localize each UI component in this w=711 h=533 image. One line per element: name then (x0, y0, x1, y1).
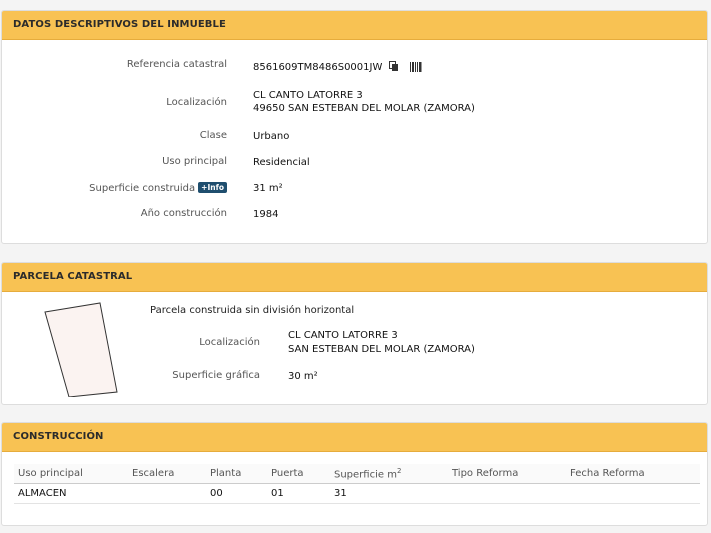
field-label: Localización (166, 97, 227, 108)
info-badge[interactable]: +Info (198, 182, 227, 193)
referencia-catastral-value[interactable]: 8561609TM8486S0001JW (253, 62, 382, 73)
table-row: ALMACEN 00 01 31 (14, 483, 700, 504)
col-escalera: Escalera (128, 464, 206, 484)
parcela-panel: PARCELA CATASTRAL Parcela construida sin… (1, 262, 708, 405)
col-fecha-reforma: Fecha Reforma (566, 464, 700, 484)
col-superficie: Superficie m2 (330, 464, 448, 484)
cell-fecha-reforma (566, 483, 700, 504)
cell-planta: 00 (206, 483, 267, 504)
field-label: Localización (199, 337, 260, 348)
table-header-row: Uso principal Escalera Planta Puerta Sup… (14, 464, 700, 484)
parcela-panel-title: PARCELA CATASTRAL (2, 263, 707, 292)
cell-uso: ALMACEN (14, 483, 128, 504)
field-label: Superficie construida (89, 183, 196, 194)
construccion-panel-title: CONSTRUCCIÓN (2, 423, 707, 452)
col-uso-principal: Uso principal (14, 464, 128, 484)
clase-value: Urbano (253, 131, 290, 142)
localizacion-line1: CL CANTO LATORRE 3 (253, 90, 363, 101)
localizacion-line2: 49650 SAN ESTEBAN DEL MOLAR (ZAMORA) (253, 103, 475, 114)
col-superficie-label: Superficie m (334, 469, 397, 481)
field-label: Superficie gráfica (172, 370, 260, 381)
parcela-superficie-value: 30 m² (288, 371, 318, 382)
anio-value: 1984 (253, 209, 279, 220)
cell-tipo-reforma (448, 483, 566, 504)
parcela-map-thumbnail[interactable] (42, 301, 122, 397)
superficie-value: 31 m² (253, 183, 283, 194)
col-puerta: Puerta (267, 464, 330, 484)
field-label-wrap: Superficie construida +Info (89, 182, 227, 194)
parcela-localizacion-line2: SAN ESTEBAN DEL MOLAR (ZAMORA) (288, 344, 475, 355)
construccion-table: Uso principal Escalera Planta Puerta Sup… (14, 464, 700, 504)
inmueble-panel-title: DATOS DESCRIPTIVOS DEL INMUEBLE (2, 11, 707, 40)
construccion-panel: CONSTRUCCIÓN Uso principal Escalera Plan… (1, 422, 708, 526)
cell-puerta: 01 (267, 483, 330, 504)
field-label: Año construcción (140, 208, 227, 219)
col-planta: Planta (206, 464, 267, 484)
parcela-localizacion-line1: CL CANTO LATORRE 3 (288, 330, 398, 341)
col-superficie-sup: 2 (396, 466, 402, 475)
parcela-description: Parcela construida sin división horizont… (150, 305, 355, 316)
inmueble-panel: DATOS DESCRIPTIVOS DEL INMUEBLE Referenc… (1, 10, 708, 244)
uso-value: Residencial (253, 157, 310, 168)
cell-escalera (128, 483, 206, 504)
cell-superficie: 31 (330, 483, 448, 504)
col-tipo-reforma: Tipo Reforma (448, 464, 566, 484)
field-value-wrap: 8561609TM8486S0001JW (253, 61, 422, 76)
field-label: Referencia catastral (126, 59, 227, 70)
field-label: Clase (199, 130, 227, 141)
copy-icon[interactable] (388, 61, 399, 76)
field-label: Uso principal (162, 156, 227, 167)
barcode-icon[interactable] (409, 62, 422, 76)
